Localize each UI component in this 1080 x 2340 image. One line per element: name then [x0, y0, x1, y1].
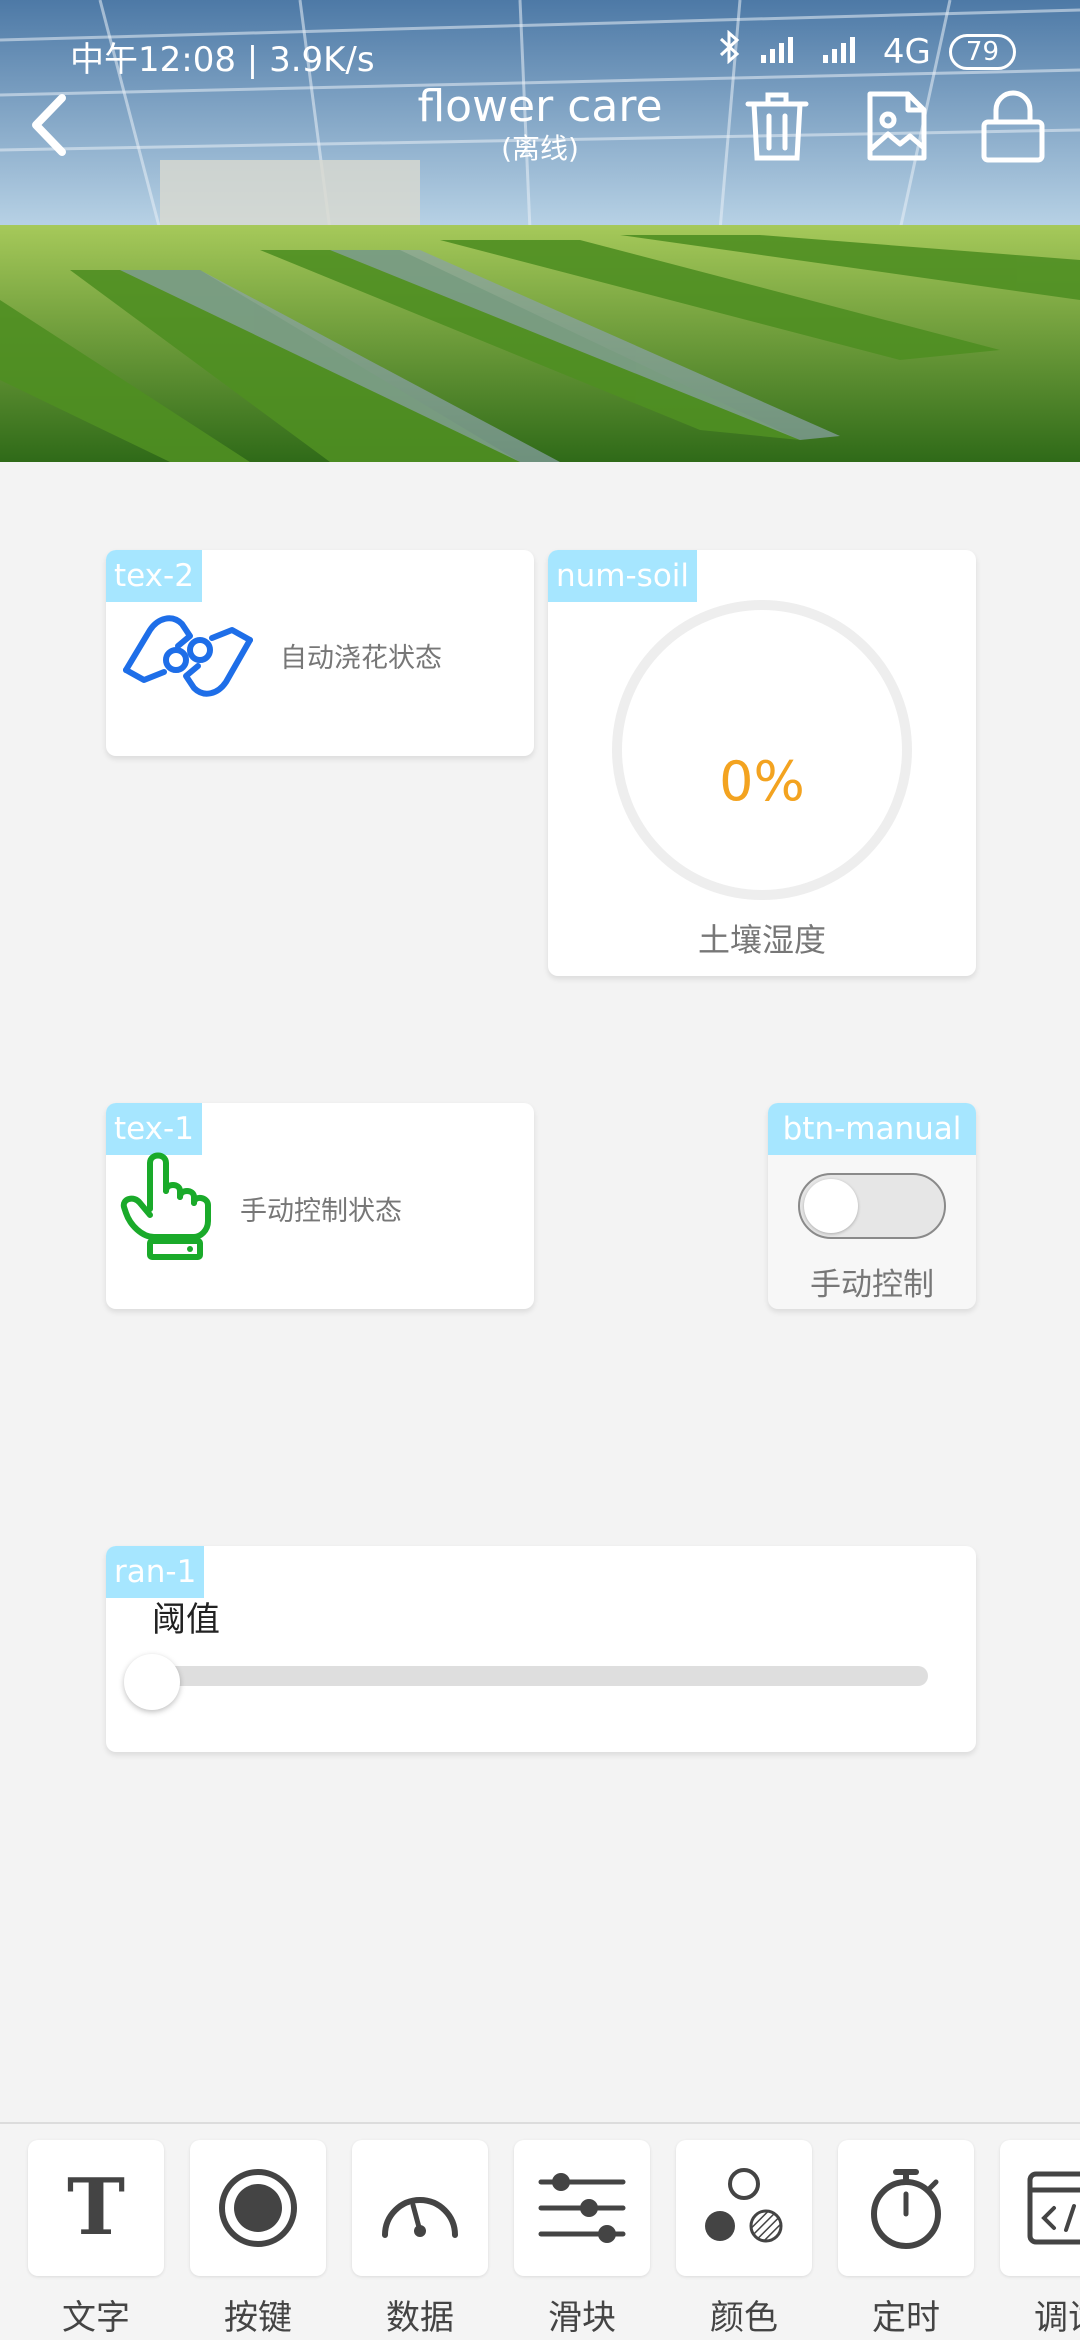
widget-tag: num-soil	[548, 550, 698, 602]
toolbar-item-timer[interactable]: 定时	[838, 2140, 974, 2339]
widget-tag: tex-1	[106, 1103, 202, 1155]
toolbar-label: 数据	[386, 2298, 454, 2338]
toolbar-item-text[interactable]: T 文字	[28, 2140, 164, 2339]
widget-num-soil: num-soil 0% 土壤湿度	[548, 550, 976, 976]
toolbar-item-button[interactable]: 按键	[190, 2140, 326, 2339]
toolbar-label: 滑块	[548, 2298, 616, 2338]
widget-tex-2[interactable]: tex-2 自动浇花状态	[106, 550, 534, 756]
threshold-label: 阈值	[152, 1600, 220, 1640]
threshold-slider-thumb[interactable]	[124, 1654, 180, 1710]
widget-tag: btn-manual	[768, 1103, 976, 1155]
soil-humidity-value: 0%	[719, 750, 805, 813]
status-indicators: 4G 79	[717, 29, 1016, 73]
widget-btn-manual: btn-manual 手动控制	[768, 1103, 976, 1309]
signal-icon	[759, 32, 803, 72]
status-time-speed: 中午12:08 | 3.9K/s	[70, 32, 375, 81]
tex-2-label: 自动浇花状态	[280, 643, 442, 674]
lock-button[interactable]	[978, 88, 1048, 164]
battery-indicator: 79	[948, 33, 1016, 70]
change-background-button[interactable]	[862, 88, 932, 164]
button-icon	[190, 2140, 326, 2276]
delete-button[interactable]	[742, 88, 812, 164]
trash-icon	[745, 92, 809, 161]
color-icon	[676, 2140, 812, 2276]
status-separator: |	[246, 40, 270, 80]
widget-ran-1: ran-1 阈值	[106, 1546, 976, 1752]
toolbar-item-data[interactable]: 数据	[352, 2140, 488, 2339]
widget-toolbar: T 文字 按键 数据 滑块 颜色 定时 调试	[0, 2122, 1080, 2340]
pointing-hand-icon	[120, 1151, 220, 1267]
hands-icon	[120, 600, 256, 714]
manual-control-label: 手动控制	[810, 1267, 934, 1303]
threshold-slider-track[interactable]	[136, 1666, 928, 1686]
bluetooth-icon	[717, 29, 741, 73]
manual-control-toggle[interactable]	[798, 1173, 946, 1239]
toolbar-label: 颜色	[710, 2298, 778, 2338]
header-banner: 中午12:08 | 3.9K/s 4G 79 flower care (离线)	[0, 0, 1080, 462]
toolbar-label: 按键	[224, 2298, 292, 2338]
tex-1-label: 手动控制状态	[240, 1196, 402, 1227]
toggle-knob	[804, 1179, 858, 1233]
widget-tag: ran-1	[106, 1546, 205, 1598]
lock-icon	[981, 90, 1045, 163]
network-type: 4G	[882, 31, 931, 72]
soil-humidity-label: 土壤湿度	[697, 921, 826, 959]
toolbar-item-debug[interactable]: 调试	[1000, 2140, 1080, 2339]
svg-text:T: T	[67, 2168, 125, 2248]
status-speed: 3.9K/s	[269, 40, 375, 80]
toolbar-item-slider[interactable]: 滑块	[514, 2140, 650, 2339]
slider-icon	[514, 2140, 650, 2276]
toolbar-item-color[interactable]: 颜色	[676, 2140, 812, 2339]
toolbar-label: 文字	[62, 2298, 130, 2338]
toolbar-label: 定时	[872, 2298, 940, 2338]
widget-tag: tex-2	[106, 550, 202, 602]
widget-tex-1[interactable]: tex-1 手动控制状态	[106, 1103, 534, 1309]
signal-hd-icon	[821, 32, 865, 72]
timer-icon	[838, 2140, 974, 2276]
toolbar-label: 调试	[1034, 2298, 1080, 2338]
gauge-icon	[352, 2140, 488, 2276]
image-file-icon	[867, 91, 927, 161]
status-time: 中午12:08	[70, 40, 236, 80]
debug-icon	[1000, 2140, 1080, 2276]
text-icon: T	[28, 2140, 164, 2276]
